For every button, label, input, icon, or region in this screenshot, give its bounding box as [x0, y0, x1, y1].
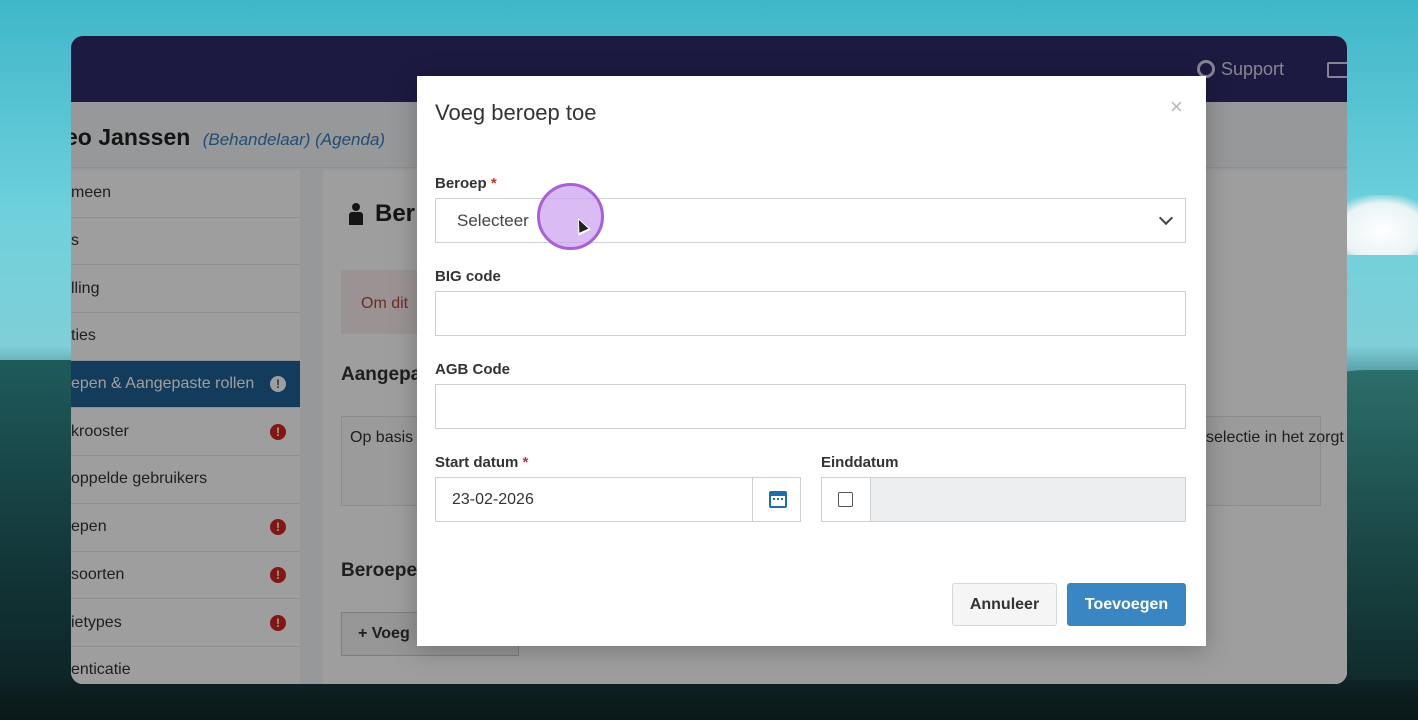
agb-code-input[interactable]: [435, 384, 1186, 429]
required-mark: *: [522, 454, 529, 471]
end-date-label: Einddatum: [821, 454, 899, 471]
big-code-input[interactable]: [435, 291, 1186, 336]
modal-title: Voeg beroep toe: [435, 100, 597, 125]
submit-button[interactable]: Toevoegen: [1067, 583, 1186, 626]
cancel-button[interactable]: Annuleer: [952, 583, 1057, 626]
beroep-selected-value: Selecteer: [457, 211, 529, 230]
end-date-toggle-area: [822, 478, 871, 521]
close-icon[interactable]: ×: [1170, 94, 1183, 120]
start-date-field[interactable]: 23-02-2026: [435, 477, 801, 522]
cursor-highlight: [537, 183, 604, 250]
agb-code-label: AGB Code: [435, 361, 510, 378]
start-date-value: 23-02-2026: [452, 491, 534, 508]
beroep-label-text: Beroep: [435, 175, 487, 192]
start-date-label: Start datum *: [435, 454, 528, 471]
calendar-icon: [769, 491, 787, 508]
big-code-label: BIG code: [435, 268, 501, 285]
end-date-field: [821, 477, 1186, 522]
background-ground: [0, 680, 1418, 720]
calendar-button[interactable]: [752, 478, 801, 521]
end-date-checkbox[interactable]: [838, 492, 853, 507]
required-mark: *: [490, 175, 497, 192]
beroep-label: Beroep *: [435, 175, 497, 192]
add-profession-modal: Voeg beroep toe × Beroep * Selecteer BIG…: [417, 76, 1206, 646]
start-date-label-text: Start datum: [435, 454, 519, 471]
chevron-down-icon: [1158, 210, 1174, 226]
